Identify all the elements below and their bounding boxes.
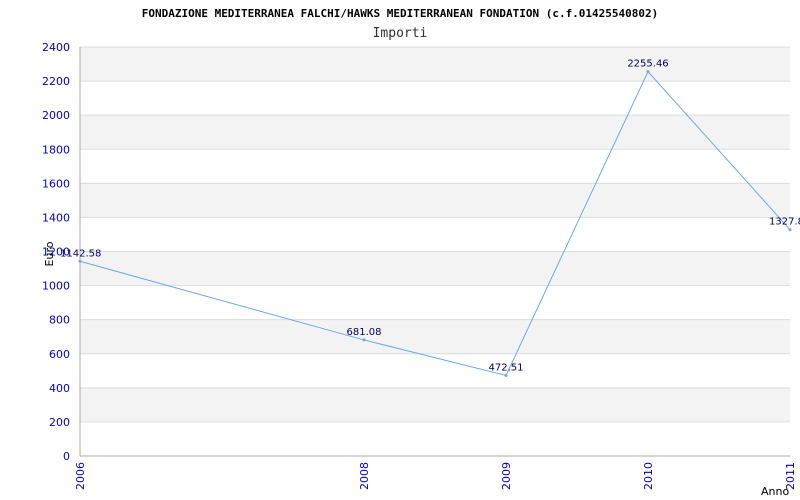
chart-title: FONDAZIONE MEDITERRANEA FALCHI/HAWKS MED… [142,7,659,20]
y-tick-label: 400 [49,382,70,395]
x-tick-label: 2006 [74,462,87,490]
chart-subtitle: Importi [373,26,428,41]
grid-band [80,251,790,286]
grid-band [80,319,790,354]
grid-band [80,421,790,456]
y-tick-label: 1400 [42,211,70,224]
y-tick-label: 200 [49,416,70,429]
data-point [788,228,792,232]
grid-band [80,47,790,82]
x-tick-label: 2009 [500,462,513,490]
grid-band [80,387,790,422]
data-point [646,70,650,74]
grid-band [80,353,790,388]
y-tick-label: 2200 [42,75,70,88]
y-tick-label: 1800 [42,143,70,156]
data-label: 1142.58 [60,248,101,259]
grid-band [80,115,790,150]
x-tick-label: 2008 [358,462,371,490]
y-tick-label: 2000 [42,109,70,122]
x-tick-label: 2010 [642,462,655,490]
data-label: 472.51 [489,362,524,373]
grid-band [80,183,790,218]
grid-band [80,149,790,184]
grid-band [80,81,790,116]
data-label: 2255.46 [627,59,668,70]
data-point [362,338,366,342]
y-tick-label: 0 [63,450,70,463]
x-axis-label: Anno [761,485,789,498]
data-point [504,373,508,377]
x-tick-labels: 2006 2008 2009 2010 2011 [74,462,797,490]
data-point [78,259,82,263]
y-tick-label: 1600 [42,177,70,190]
y-tick-label: 600 [49,348,70,361]
y-axis-label: Euro [43,241,56,266]
chart: 0200400600800100012001400160018002000220… [42,7,800,498]
data-label: 1327.8 [769,217,800,228]
y-tick-label: 1000 [42,280,70,293]
data-label: 681.08 [347,327,382,338]
grid-band [80,217,790,252]
y-tick-label: 800 [49,314,70,327]
y-tick-label: 2400 [42,41,70,54]
